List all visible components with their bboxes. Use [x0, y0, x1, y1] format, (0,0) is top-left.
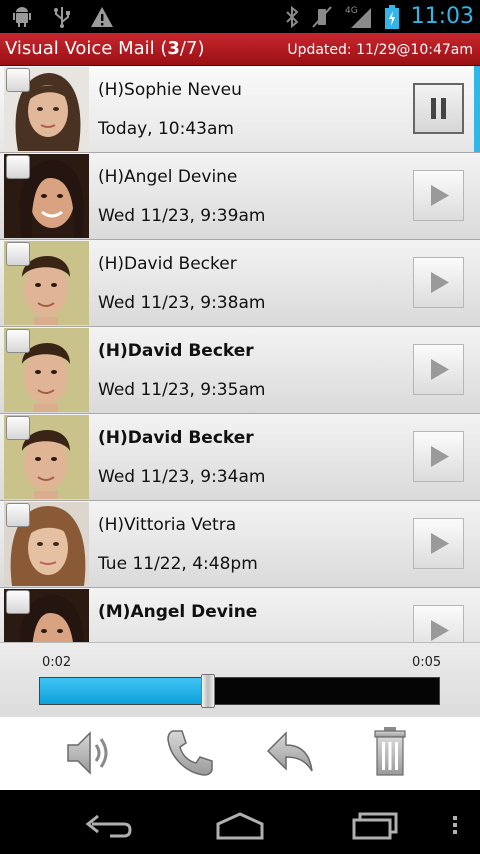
- back-icon: [85, 814, 132, 838]
- voicemail-item[interactable]: (M)Angel Devine: [0, 588, 480, 642]
- warning-icon: [91, 7, 113, 27]
- select-checkbox[interactable]: [6, 590, 30, 614]
- play-button[interactable]: [413, 431, 464, 482]
- voicemail-item[interactable]: (H)David Becker Wed 11/23, 9:35am: [0, 327, 480, 414]
- play-button[interactable]: [413, 605, 464, 642]
- overflow-menu-button[interactable]: [440, 804, 470, 844]
- call-icon: [167, 730, 213, 776]
- play-button[interactable]: [413, 257, 464, 308]
- select-checkbox[interactable]: [6, 329, 30, 353]
- play-button[interactable]: [413, 344, 464, 395]
- speaker-icon: [67, 731, 108, 775]
- app-title: Visual Voice Mail (3/7): [5, 38, 205, 59]
- home-button[interactable]: [210, 804, 270, 844]
- android-debug-icon: [13, 7, 31, 27]
- usb-icon: [54, 7, 70, 28]
- voicemail-item[interactable]: (H)Angel Devine Wed 11/23, 9:39am: [0, 153, 480, 240]
- message-time: Today, 10:43am: [98, 119, 234, 139]
- signal-icon: 4G: [345, 6, 371, 28]
- play-icon: [431, 272, 449, 293]
- select-checkbox[interactable]: [6, 503, 30, 527]
- seek-bar[interactable]: [39, 674, 440, 708]
- voicemail-item[interactable]: (H)Vittoria Vetra Tue 11/22, 4:48pm: [0, 501, 480, 588]
- caller-name: (H)David Becker: [98, 254, 237, 274]
- battery-charging-icon: [384, 4, 399, 29]
- pause-icon: [431, 98, 446, 119]
- message-time: Wed 11/23, 9:39am: [98, 206, 266, 226]
- play-button[interactable]: [413, 518, 464, 569]
- play-icon: [431, 359, 449, 380]
- voicemail-item[interactable]: (H)David Becker Wed 11/23, 9:38am: [0, 240, 480, 327]
- message-time: Wed 11/23, 9:34am: [98, 467, 266, 487]
- message-time: Wed 11/23, 9:35am: [98, 380, 266, 400]
- reply-icon: [266, 731, 313, 772]
- total-time: 0:05: [412, 655, 442, 670]
- network-type-label: 4G: [345, 6, 358, 16]
- action-bar: [0, 716, 480, 790]
- more-vert-icon: [453, 816, 457, 834]
- play-icon: [431, 185, 449, 206]
- reply-button[interactable]: [262, 723, 322, 783]
- vibrate-muted-icon: [311, 5, 332, 28]
- select-checkbox[interactable]: [6, 242, 30, 266]
- elapsed-time: 0:02: [42, 655, 72, 670]
- speaker-button[interactable]: [60, 723, 120, 783]
- clock: 11:03: [410, 4, 474, 29]
- select-checkbox[interactable]: [6, 416, 30, 440]
- caller-name: (H)David Becker: [98, 428, 254, 448]
- voicemail-item[interactable]: (H)David Becker Wed 11/23, 9:34am: [0, 414, 480, 501]
- back-button[interactable]: [76, 804, 136, 844]
- recent-apps-icon: [352, 812, 398, 840]
- status-bar: 4G 11:03: [0, 0, 480, 33]
- recent-apps-button[interactable]: [346, 804, 406, 844]
- voicemail-item[interactable]: (H)Sophie Neveu Today, 10:43am: [0, 66, 480, 153]
- playback-progress: 0:02 0:05: [0, 642, 480, 716]
- call-back-button[interactable]: [160, 723, 220, 783]
- trash-icon: [374, 727, 406, 776]
- play-icon: [431, 533, 449, 554]
- home-icon: [216, 812, 264, 840]
- select-checkbox[interactable]: [6, 68, 30, 92]
- play-icon: [431, 620, 449, 641]
- delete-button[interactable]: [360, 723, 420, 783]
- caller-name: (M)Angel Devine: [98, 602, 258, 622]
- caller-name: (H)Vittoria Vetra: [98, 515, 237, 535]
- app-header: Visual Voice Mail (3/7) Updated: 11/29@1…: [0, 33, 480, 66]
- current-message-index: 3: [167, 38, 180, 59]
- caller-name: (H)Sophie Neveu: [98, 80, 242, 100]
- voicemail-list[interactable]: (H)Sophie Neveu Today, 10:43am (H)Angel …: [0, 66, 480, 642]
- message-time: Wed 11/23, 9:38am: [98, 293, 266, 313]
- system-nav-bar: [0, 790, 480, 854]
- caller-name: (H)David Becker: [98, 341, 254, 361]
- seek-thumb[interactable]: [200, 674, 215, 708]
- pause-button[interactable]: [413, 83, 464, 134]
- updated-timestamp: Updated: 11/29@10:47am: [287, 42, 473, 58]
- select-checkbox[interactable]: [6, 155, 30, 179]
- message-time: Tue 11/22, 4:48pm: [98, 554, 258, 574]
- caller-name: (H)Angel Devine: [98, 167, 238, 187]
- seek-bar-fill: [40, 678, 208, 704]
- play-button[interactable]: [413, 170, 464, 221]
- play-icon: [431, 446, 449, 467]
- bluetooth-icon: [285, 5, 299, 28]
